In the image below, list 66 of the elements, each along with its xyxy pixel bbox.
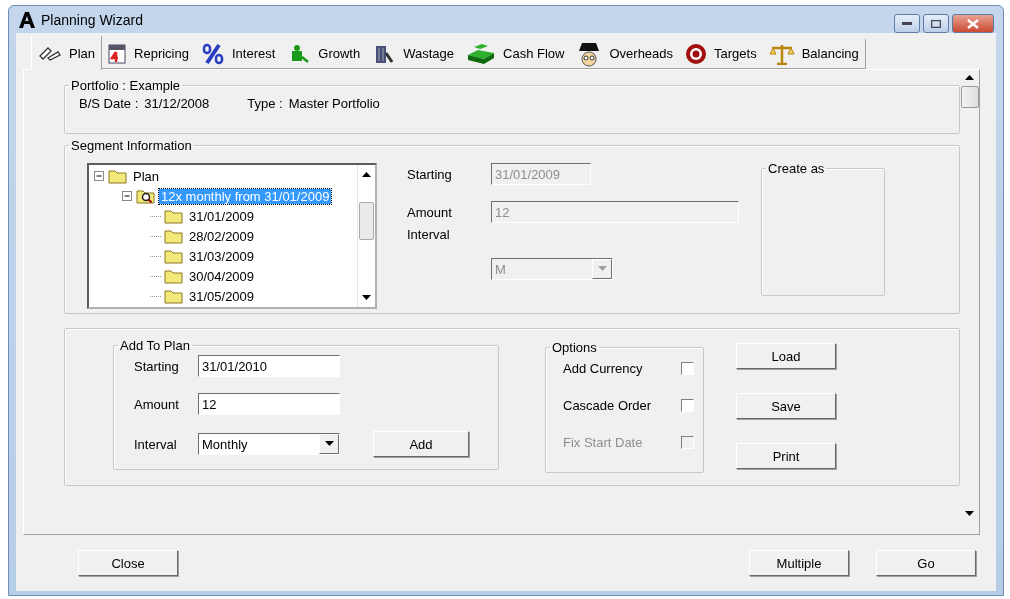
tab[interactable]: Wastage [366,39,462,69]
scroll-up-icon [362,171,371,177]
field-label: Starting [134,358,180,374]
action-button[interactable]: Save [736,393,836,419]
field-label: Interval [407,227,451,242]
field-label: Amount [407,204,453,220]
tab[interactable]: Balancing [762,39,866,69]
money-stack-icon [466,42,497,65]
tab[interactable]: Overheads [570,39,681,69]
option-label: Cascade Order [563,398,653,413]
folder-icon [164,208,184,224]
folder-icon [164,288,184,304]
minimize-button[interactable] [894,14,920,33]
group-title: Add To Plan [119,338,191,353]
window-title: Planning Wizard [41,11,143,28]
folder-icon [164,248,184,264]
maximize-button[interactable] [923,14,949,33]
add-button[interactable]: Add [373,431,469,457]
dropdown-arrow-icon [362,295,371,301]
dropdown-arrow-icon [324,441,334,447]
dropdown-arrow-icon [965,511,974,517]
option-label: Add Currency [563,361,644,376]
dropdown-arrow-icon [597,266,607,272]
group-title: Segment Information [70,138,193,153]
checkbox[interactable] [681,362,694,375]
amount-field[interactable]: 12 [198,393,340,415]
field-label: B/S Date : [79,96,139,111]
field-label: Type : [247,96,283,111]
search-folder-icon [136,188,156,204]
scrollbar-thumb[interactable] [960,86,979,108]
close-icon [967,18,979,29]
checkbox[interactable] [681,399,694,412]
minimize-icon [902,21,912,26]
action-button[interactable]: Load [736,343,836,369]
field-value: 31/12/2008 [144,96,210,111]
field-value: Master Portfolio [288,96,380,111]
app-logo-icon [18,10,36,29]
option-label: Fix Start Date [563,435,644,450]
go-button[interactable]: Go [876,550,976,576]
calendar-icon [107,42,128,65]
starting-field[interactable]: 31/01/2010 [198,355,340,377]
scrollbar-thumb[interactable] [359,202,374,240]
group-title: Options [551,340,598,355]
interval-dropdown[interactable]: Monthly [198,433,340,455]
action-button[interactable]: Print [736,443,836,469]
percent-icon [200,42,225,65]
field-label: Amount [134,396,180,412]
tab[interactable]: Targets [679,39,764,69]
close-button[interactable] [952,14,994,33]
tab[interactable]: Plan [31,36,103,70]
tab[interactable]: Interest [194,39,283,69]
scroll-up-icon [965,74,974,80]
maximize-icon [931,19,941,28]
folder-icon [164,268,184,284]
group-title: Create as [767,161,826,176]
folder-icon [164,228,184,244]
close-dialog-button[interactable]: Close [78,550,178,576]
multiple-button[interactable]: Multiple [749,550,849,576]
tab[interactable]: Cash Flow [460,39,572,69]
folder-icon [108,168,128,184]
field-label: Starting [407,166,453,182]
field-label: Interval [134,436,178,452]
tab[interactable]: Growth [281,39,368,69]
target-icon [685,42,708,65]
group-title: Portfolio : Example [70,78,182,93]
scales-icon [768,42,795,65]
